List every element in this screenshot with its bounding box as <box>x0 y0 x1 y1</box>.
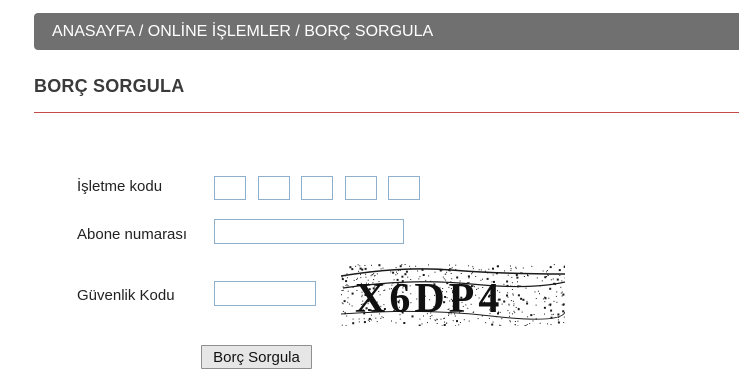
isletme-kodu-box-4[interactable] <box>345 176 377 200</box>
guvenlik-kodu-input[interactable] <box>214 281 316 306</box>
isletme-kodu-box-5[interactable] <box>388 176 420 200</box>
captcha-text: X6DP4 <box>355 276 503 322</box>
captcha-image: X6DP4 <box>340 264 566 328</box>
isletme-kodu-box-3[interactable] <box>301 176 333 200</box>
abone-numarasi-label: Abone numarası <box>77 226 188 243</box>
guvenlik-kodu-label: Güvenlik Kodu <box>77 287 175 304</box>
title-divider <box>34 112 739 113</box>
isletme-kodu-label: İşletme kodu <box>77 178 163 195</box>
abone-numarasi-input[interactable] <box>214 219 404 244</box>
page-title: BORÇ SORGULA <box>34 76 185 96</box>
captcha-noise-graphic: X6DP4 <box>340 264 566 328</box>
isletme-kodu-box-2[interactable] <box>258 176 290 200</box>
breadcrumb: ANASAYFA / ONLİNE İŞLEMLER / BORÇ SORGUL… <box>34 13 739 50</box>
borc-sorgula-button[interactable]: Borç Sorgula <box>201 345 312 369</box>
isletme-kodu-box-1[interactable] <box>214 176 246 200</box>
